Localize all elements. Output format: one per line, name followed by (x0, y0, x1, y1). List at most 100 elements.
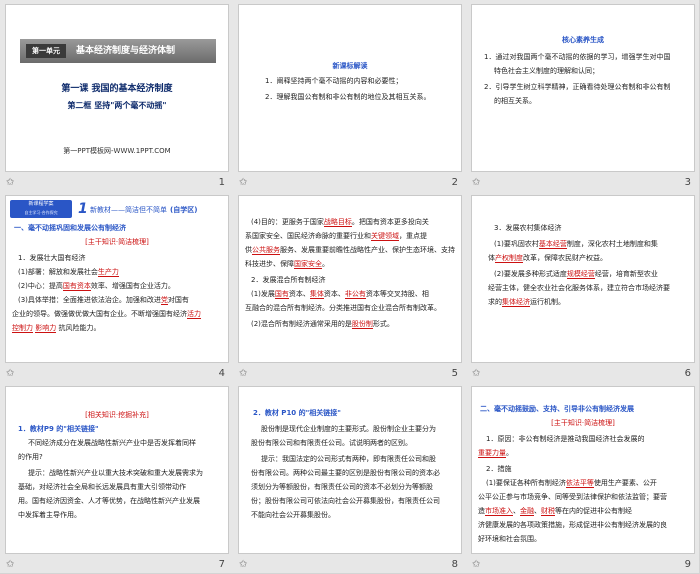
text-segment: (1)发展 (251, 290, 275, 298)
slide-5: (4)目的：更服务于国家战略目标。把国有资本更多投向关 系国家安全、国民经济命脉… (238, 195, 462, 363)
slide-number: 6 (684, 368, 691, 379)
content-line: 体产权制度改革，保障农民财产权益。 (488, 252, 607, 264)
slide-number: 7 (218, 559, 225, 570)
text-segment: 资本、 (323, 290, 345, 298)
slide-thumbnail-2[interactable]: 新课标解读 1．阐释坚持两个毫不动摇的内容和必要性； 2．理解我国公有制和非公有… (233, 0, 466, 191)
content-line: 供公共服务服务、发展重要前瞻性战略性产业、保护生态环境、支持 (245, 244, 455, 256)
answer-blank: 国有资本 (62, 282, 91, 291)
content-line: 造市场准入、金融、财税等在内的促进非公有制经 (478, 505, 632, 517)
content-line: (2)要发展多种形式适度规模经营经营，培育新型农业 (494, 268, 658, 280)
transition-star-icon[interactable]: ✩ (6, 559, 14, 571)
text-segment: 体 (488, 254, 495, 262)
text-segment: 资本等交叉持股、相 (365, 290, 429, 298)
content-line: 企业的领导。做强做优做大国有企业。不断增强国有经济活力 (12, 308, 201, 320)
text-segment: (4)目的：更服务于国家 (251, 218, 324, 226)
answer-blank: 公共服务 (252, 246, 280, 255)
answer-blank: 重要力量 (478, 449, 506, 458)
content-line: (2)中心：提高国有资本效率、增强国有企业活力。 (18, 280, 175, 292)
answer-blank: 产权制度 (495, 254, 523, 263)
answer-blank: 集体 (309, 290, 324, 299)
section-title: 一、毫不动摇巩固和发展公有制经济 (14, 224, 126, 232)
slide-thumbnail-6[interactable]: 3．发展农村集体经济 (1)要巩固农村基本经营制度，深化农村土地制度和集 体产权… (466, 191, 699, 382)
tag-subtitle: 自主学习·合作探究 (24, 210, 58, 215)
slide-thumbnail-3[interactable]: 核心素养生成 1．通过对我国两个毫不动摇的依据的学习，增强学生对中国 特色社会主… (466, 0, 699, 191)
transition-star-icon[interactable]: ✩ (6, 177, 14, 189)
content-line: 互融合的混合所有制经济。分类推进国有企业混合所有制改革。 (245, 304, 441, 312)
slide-number: 2 (451, 177, 458, 188)
text-segment: (2)中心：提高 (18, 282, 63, 290)
content-line: 1．发展壮大国有经济 (18, 254, 86, 262)
site-footer: 第一PPT模板网-WWW.1PPT.COM (63, 147, 171, 155)
transition-star-icon[interactable]: ✩ (472, 368, 480, 380)
text-segment: 造 (478, 507, 485, 515)
slide-thumbnail-5[interactable]: (4)目的：更服务于国家战略目标。把国有资本更多投向关 系国家安全、国民经济命脉… (233, 191, 466, 382)
text-segment: 抗风险能力。 (58, 324, 101, 332)
content-line: (1)发展国有资本、集体资本、非公有资本等交叉持股、相 (251, 288, 429, 300)
slide-footer: ✩ 1 (0, 174, 233, 191)
transition-star-icon[interactable]: ✩ (239, 559, 247, 571)
slide-number: 5 (451, 368, 458, 379)
content-line: 2．引导学生树立科学精神，正确看待处理公有制和非公有制 (484, 83, 671, 91)
slide-footer: ✩ 7 (0, 556, 233, 573)
slide-footer: ✩ 3 (466, 174, 699, 191)
answer-blank: 影响力 (35, 324, 57, 333)
slide-8: 2．教材 P10 的"相关链接" 股份制是现代企业制度的主要形式。股份制企业主要… (238, 386, 462, 554)
transition-star-icon[interactable]: ✩ (472, 177, 480, 189)
content-line: 用。国有经济因资金、人才等优势，在战略性新兴产业发展 (18, 497, 200, 505)
content-line: 特色社会主义制度的理解和认同； (494, 67, 599, 75)
content-line: 济健康发展的各项政策措施，形成促进非公有制经济发展的良 (478, 521, 667, 529)
text-segment: 使用生产要素、公开 (593, 479, 657, 487)
content-line: (3)具体举措：全面推进依法治企。加强和改进党对国有 (18, 294, 189, 306)
slide-footer: ✩ 9 (466, 556, 699, 573)
content-line: 公平公正参与市场竞争、同等受到法律保护和依法监管；要营 (478, 493, 667, 501)
text-segment: 。把国有资本更多投向关 (351, 218, 429, 226)
text-segment: 经营，培育新型农业 (594, 270, 658, 278)
slide-9: 二、毫不动摇鼓励、支持、引导非公有制经济发展 [主干知识·简洁梳理] 1．原因：… (471, 386, 695, 554)
header-tag: 新课程学案 自主学习·合作探究 (10, 200, 72, 218)
slide-grid: 第一单元 基本经济制度与经济体制 第一课 我国的基本经济制度 第二框 坚持"两个… (0, 0, 700, 574)
text-segment: 。 (322, 260, 329, 268)
text-segment: 、 (513, 507, 520, 515)
unit-title: 基本经济制度与经济体制 (76, 46, 176, 56)
content-line: 1．通过对我国两个毫不动摇的依据的学习，增强学生对中国 (484, 53, 671, 61)
slide-footer: ✩ 6 (466, 365, 699, 382)
text-segment: 形式。 (372, 320, 394, 328)
text-segment: (2)要发展多种形式适度 (494, 270, 567, 278)
content-line: 份；股份有限公司可依法向社会公开募集股份，有限责任公司 (251, 497, 440, 505)
content-line: 提示：我国法定的公司形式有两种，即有限责任公司和股 (261, 455, 436, 463)
text-segment: 供 (245, 246, 252, 254)
slide-footer: ✩ 5 (233, 365, 466, 382)
text-segment: 科技进步、保障 (245, 260, 294, 268)
content-line: 重要力量。 (478, 447, 513, 459)
content-line: (1)要保证各种所有制经济依法平等使用生产要素、公开 (486, 477, 657, 489)
answer-blank: 股份制 (351, 320, 373, 329)
badge-title: 新教材——简洁但不简单 (90, 206, 167, 214)
slide-thumbnail-7[interactable]: [相关知识·挖掘补充] 1．教材P9 的"相关链接" 不同经济成分在发展战略性新… (0, 382, 233, 573)
transition-star-icon[interactable]: ✩ (239, 177, 247, 189)
content-line: 股份制是现代企业制度的主要形式。股份制企业主要分为 (261, 425, 436, 433)
badge-note: (自学区) (170, 206, 198, 214)
answer-blank: 集体经济 (502, 298, 530, 307)
transition-star-icon[interactable]: ✩ (6, 368, 14, 380)
slide-number: 4 (218, 368, 225, 379)
slide-1: 第一单元 基本经济制度与经济体制 第一课 我国的基本经济制度 第二框 坚持"两个… (5, 4, 229, 172)
content-line: 2．教材 P10 的"相关链接" (253, 409, 341, 417)
slide-thumbnail-1[interactable]: 第一单元 基本经济制度与经济体制 第一课 我国的基本经济制度 第二框 坚持"两个… (0, 0, 233, 191)
slide-6: 3．发展农村集体经济 (1)要巩固农村基本经营制度，深化农村土地制度和集 体产权… (471, 195, 695, 363)
text-segment: (1)要巩固农村 (494, 240, 539, 248)
slide-thumbnail-9[interactable]: 二、毫不动摇鼓励、支持、引导非公有制经济发展 [主干知识·简洁梳理] 1．原因：… (466, 382, 699, 573)
slide-thumbnail-4[interactable]: 新课程学案 自主学习·合作探究 1 新教材——简洁但不简单 (自学区) 一、毫不… (0, 191, 233, 382)
slide-number: 8 (451, 559, 458, 570)
answer-blank: 活力 (187, 310, 201, 319)
transition-star-icon[interactable]: ✩ (472, 559, 480, 571)
text-segment: (2)混合所有制经济通常采用的是 (251, 320, 352, 328)
answer-blank: 国家安全 (294, 260, 322, 269)
content-line: 1．教材P9 的"相关链接" (18, 425, 99, 433)
section-title: 二、毫不动摇鼓励、支持、引导非公有制经济发展 (480, 405, 634, 413)
text-segment: 改革，保障农民财产权益。 (523, 254, 607, 262)
answer-blank: 控制力 (12, 324, 33, 333)
transition-star-icon[interactable]: ✩ (239, 368, 247, 380)
content-line: 科技进步、保障国家安全。 (245, 258, 329, 270)
text-segment: 等在内的促进非公有制经 (555, 507, 632, 515)
slide-thumbnail-8[interactable]: 2．教材 P10 的"相关链接" 股份制是现代企业制度的主要形式。股份制企业主要… (233, 382, 466, 573)
